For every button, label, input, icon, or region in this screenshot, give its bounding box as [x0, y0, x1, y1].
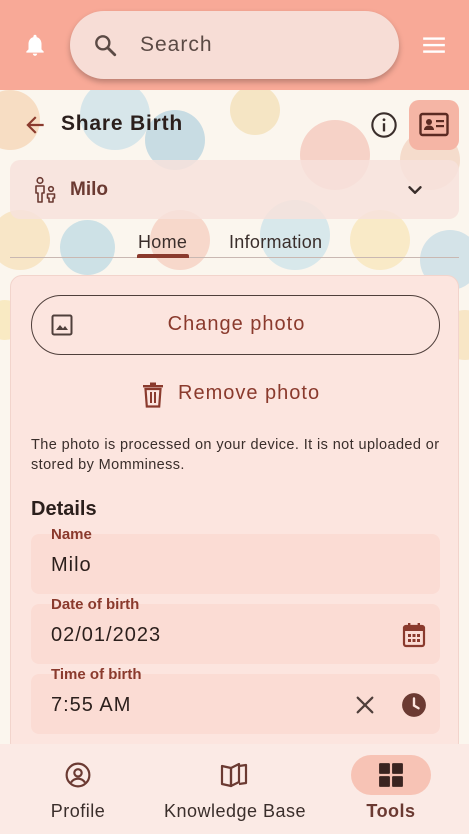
clear-icon[interactable]	[354, 694, 376, 716]
date-of-birth-field[interactable]: Date of birth 02/01/2023	[31, 596, 440, 664]
active-tab-indicator	[137, 254, 189, 258]
selected-child-name: Milo	[70, 179, 108, 200]
calendar-icon[interactable]	[402, 622, 426, 648]
time-of-birth-value[interactable]: 7:55 AM	[51, 694, 131, 717]
page-header: Share Birth	[0, 100, 469, 152]
search-input[interactable]	[140, 29, 380, 61]
chevron-down-icon	[404, 179, 426, 201]
remove-photo-button[interactable]: Remove photo	[136, 376, 336, 412]
nav-profile-label: Profile	[50, 801, 106, 821]
profile-icon	[65, 762, 91, 788]
nav-knowledge-base[interactable]: Knowledge Base	[150, 744, 320, 834]
nav-tools[interactable]: Tools	[340, 744, 442, 834]
nav-tools-label: Tools	[366, 801, 416, 821]
remove-photo-label: Remove photo	[178, 382, 321, 404]
trash-icon	[141, 382, 165, 408]
parent-child-icon	[31, 176, 59, 204]
notifications-bell-icon[interactable]	[22, 32, 48, 58]
bottom-navigation: Profile Knowledge Base Tools	[0, 744, 469, 834]
time-of-birth-label: Time of birth	[51, 666, 142, 683]
date-of-birth-value[interactable]: 02/01/2023	[51, 624, 161, 647]
date-of-birth-label: Date of birth	[51, 596, 140, 613]
time-of-birth-field[interactable]: Time of birth 7:55 AM	[31, 666, 440, 734]
details-heading: Details	[31, 498, 97, 520]
search-icon	[92, 32, 118, 58]
tab-bar: Home Information	[10, 228, 459, 258]
name-field-value[interactable]: Milo	[51, 554, 92, 577]
tab-information[interactable]: Information	[229, 232, 322, 253]
top-app-bar	[0, 0, 469, 90]
change-photo-button[interactable]: Change photo	[31, 295, 440, 355]
child-selector-dropdown[interactable]: Milo	[10, 160, 459, 219]
name-field-label: Name	[51, 526, 92, 543]
tab-divider	[10, 257, 459, 258]
page-title: Share Birth	[61, 112, 183, 135]
share-card-button[interactable]	[409, 100, 459, 150]
contact-card-icon	[419, 111, 449, 139]
share-birth-form: Change photo Remove photo The photo is p…	[10, 275, 459, 755]
name-field[interactable]: Name Milo	[31, 526, 440, 594]
clock-icon[interactable]	[401, 692, 427, 718]
tab-home[interactable]: Home	[138, 232, 187, 253]
change-photo-label: Change photo	[167, 313, 306, 335]
hamburger-menu-icon[interactable]	[421, 32, 447, 58]
grid-icon	[378, 762, 404, 788]
privacy-note: The photo is processed on your device. I…	[31, 437, 440, 473]
nav-profile[interactable]: Profile	[20, 744, 136, 834]
info-icon[interactable]	[370, 111, 398, 139]
book-icon	[220, 762, 248, 788]
search-bar[interactable]	[70, 11, 399, 79]
nav-knowledge-base-label: Knowledge Base	[163, 801, 307, 821]
back-arrow-icon[interactable]	[22, 112, 48, 138]
